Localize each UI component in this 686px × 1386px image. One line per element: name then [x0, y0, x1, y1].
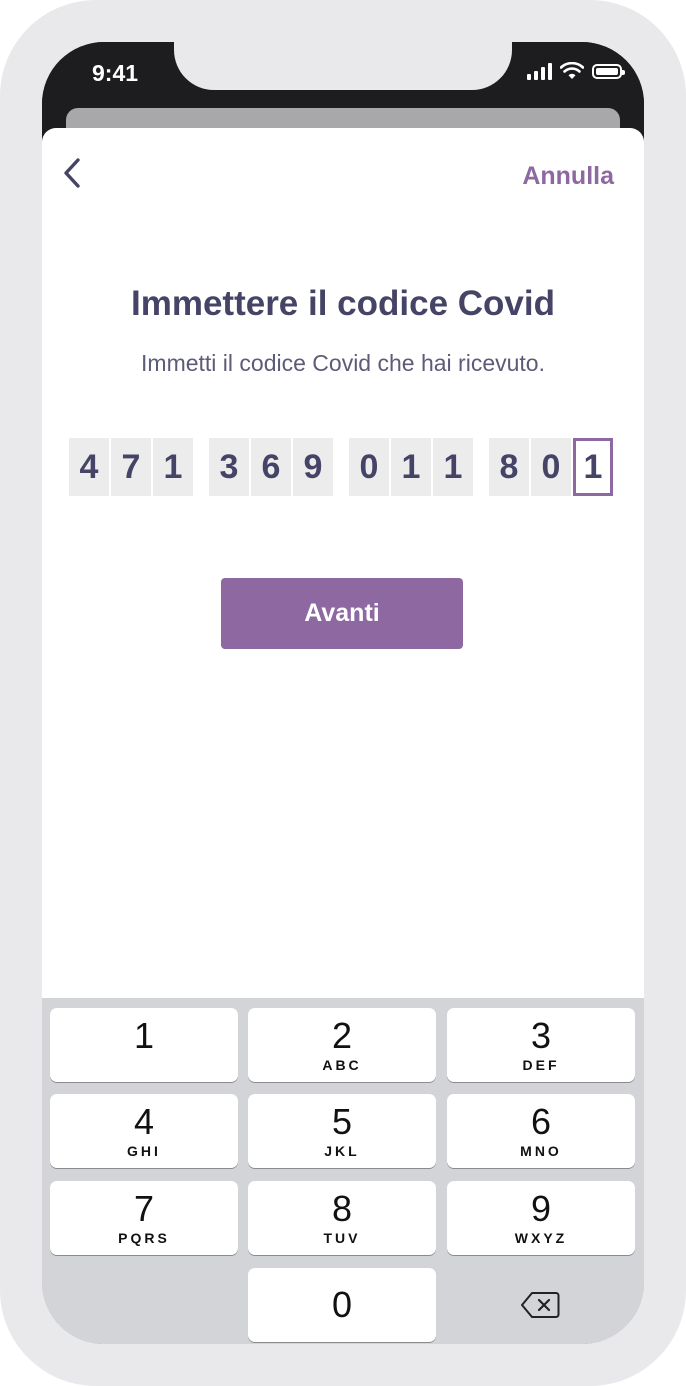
key-letters: MNO [520, 1143, 562, 1159]
key-8[interactable]: 8 TUV [248, 1181, 436, 1255]
chevron-left-icon [64, 158, 80, 188]
status-icons [527, 62, 625, 80]
covid-code-input[interactable]: 4 7 1 3 6 9 0 1 1 8 0 1 [69, 438, 613, 496]
key-letters: JKL [324, 1143, 360, 1159]
key-3[interactable]: 3 DEF [447, 1008, 635, 1082]
key-letters: TUV [323, 1230, 361, 1246]
key-letters: GHI [127, 1143, 161, 1159]
status-time: 9:41 [92, 60, 139, 86]
delete-key[interactable] [446, 1268, 634, 1342]
code-digit[interactable]: 7 [111, 438, 151, 496]
key-6[interactable]: 6 MNO [447, 1094, 635, 1168]
key-number: 4 [133, 1101, 155, 1142]
wifi-icon [560, 62, 584, 79]
cancel-button[interactable]: Annulla [522, 162, 614, 191]
key-number: 1 [133, 1015, 155, 1056]
code-digit[interactable]: 1 [433, 438, 473, 496]
key-number: 0 [331, 1284, 353, 1325]
next-button[interactable]: Avanti [221, 578, 463, 649]
key-letters: PQRS [118, 1230, 170, 1246]
code-group-2: 3 6 9 [209, 438, 333, 496]
status-bar: 9:41 [42, 42, 644, 108]
phone-frame: 9:41 Annulla Immettere il codice Covid I… [0, 0, 686, 1386]
key-number: 5 [331, 1101, 353, 1142]
key-number: 7 [133, 1188, 155, 1229]
code-group-3: 0 1 1 [349, 438, 473, 496]
phone-screen: 9:41 Annulla Immettere il codice Covid I… [42, 42, 644, 1344]
code-digit[interactable]: 3 [209, 438, 249, 496]
key-9[interactable]: 9 WXYZ [447, 1181, 635, 1255]
page-subtitle: Immetti il codice Covid che hai ricevuto… [141, 350, 545, 376]
back-button[interactable] [50, 148, 94, 198]
key-number: 9 [530, 1188, 552, 1229]
key-number: 6 [530, 1101, 552, 1142]
key-letters: DEF [522, 1057, 560, 1073]
key-7[interactable]: 7 PQRS [50, 1181, 238, 1255]
code-digit-active[interactable]: 1 [573, 438, 613, 496]
key-letters: ABC [322, 1057, 362, 1073]
key-number: 2 [331, 1015, 353, 1056]
code-digit[interactable]: 4 [69, 438, 109, 496]
code-group-1: 4 7 1 [69, 438, 193, 496]
code-digit[interactable]: 8 [489, 438, 529, 496]
battery-icon [592, 63, 625, 79]
key-number: 3 [530, 1015, 552, 1056]
key-number: 8 [331, 1188, 353, 1229]
code-digit[interactable]: 1 [391, 438, 431, 496]
code-digit[interactable]: 6 [251, 438, 291, 496]
key-5[interactable]: 5 JKL [248, 1094, 436, 1168]
key-4[interactable]: 4 GHI [50, 1094, 238, 1168]
page-title: Immettere il codice Covid [130, 284, 556, 323]
cellular-signal-icon [527, 62, 552, 80]
code-digit[interactable]: 1 [153, 438, 193, 496]
backspace-icon [521, 1292, 560, 1318]
key-1[interactable]: 1 [50, 1008, 238, 1082]
code-digit[interactable]: 0 [531, 438, 571, 496]
code-digit[interactable]: 0 [349, 438, 389, 496]
key-letters: WXYZ [514, 1230, 568, 1246]
notch [174, 42, 512, 90]
key-0[interactable]: 0 [248, 1268, 436, 1342]
code-group-4: 8 0 1 [489, 438, 613, 496]
key-2[interactable]: 2 ABC [248, 1008, 436, 1082]
code-digit[interactable]: 9 [293, 438, 333, 496]
numeric-keypad: 1 2 ABC 3 DEF 4 GHI 5 JKL 6 MNO 7 PQRS 8… [42, 998, 644, 1344]
